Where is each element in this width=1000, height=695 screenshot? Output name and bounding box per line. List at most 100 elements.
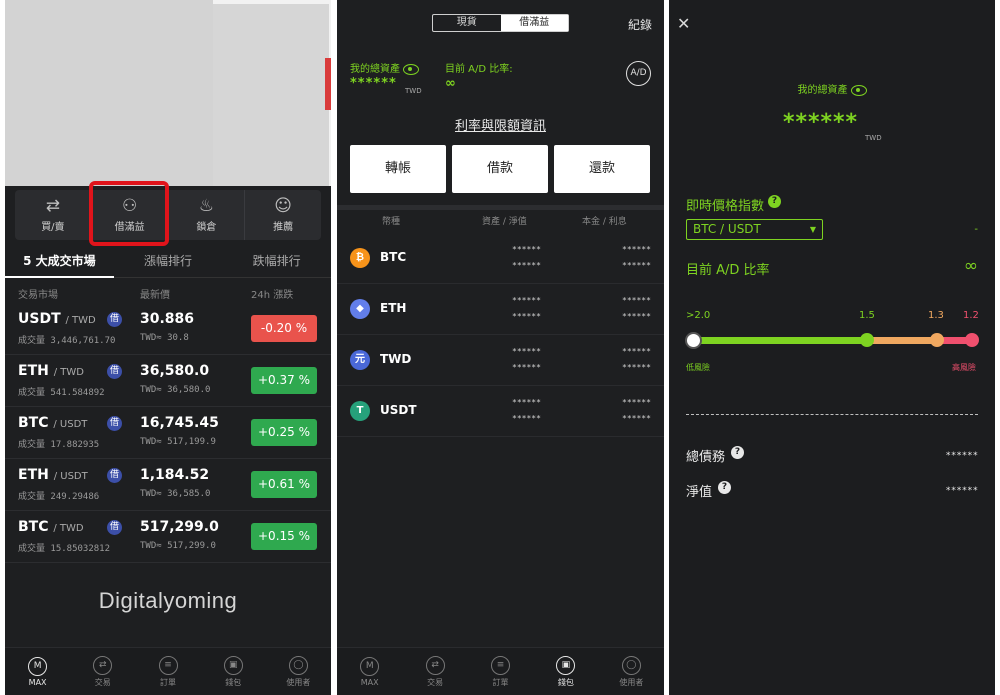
high-risk-label: 高風險	[952, 363, 976, 372]
ad-ratio-label: 目前 A/D 比率	[686, 263, 770, 278]
change-badge[interactable]: +0.15 %	[251, 523, 317, 550]
market-price: 16,745.45	[140, 415, 219, 431]
change-badge[interactable]: +0.37 %	[251, 367, 317, 394]
eye-icon[interactable]	[850, 84, 867, 96]
market-row[interactable]: USDT / TWD 借成交量 3,446,761.70 30.886 TWD≈ 30…	[5, 303, 331, 355]
orders-icon: ≡	[158, 655, 178, 675]
quick-referral[interactable]: ☺ 推薦	[245, 190, 321, 240]
principal-value: ******	[622, 296, 651, 305]
market-price: 517,299.0	[140, 519, 219, 535]
total-assets-label: 我的總資產	[350, 60, 419, 75]
nav-wallet[interactable]: ▣ 錢包	[533, 648, 598, 695]
tab-margin[interactable]: 借滿益	[500, 15, 568, 31]
col-coin: 幣種	[382, 217, 401, 227]
market-tabs: 5 大成交市場 漲幅排行 跌幅排行	[5, 250, 331, 278]
pair-base: BTC	[18, 415, 49, 431]
nav-trade[interactable]: ⇄ 交易	[402, 648, 467, 695]
change-badge[interactable]: -0.20 %	[251, 315, 317, 342]
low-risk-label: 低風險	[686, 363, 710, 372]
nav-user[interactable]: ◯ 使用者	[599, 648, 664, 695]
coin-row[interactable]: ₿ BTC ****** ****** ****** ******	[337, 233, 664, 284]
coin-row[interactable]: 元 TWD ****** ****** ****** ******	[337, 335, 664, 386]
coin-row[interactable]: ◆ ETH ****** ****** ****** ******	[337, 284, 664, 335]
principal-value: ******	[622, 398, 651, 407]
nav-label: 訂單	[492, 677, 509, 687]
banner-edge	[325, 58, 331, 110]
nav-max-logo[interactable]: M MAX	[5, 648, 70, 695]
pair-base: ETH	[18, 363, 49, 379]
close-icon[interactable]: ✕	[677, 14, 690, 33]
nav-trade[interactable]: ⇄ 交易	[70, 648, 135, 695]
market-pair: BTC / TWD	[18, 519, 84, 535]
repay-button[interactable]: 還款	[554, 145, 650, 193]
nav-label: MAX	[28, 677, 47, 687]
market-row[interactable]: ETH / TWD 借成交量 541.584892 36,580.0 TWD≈ 36,…	[5, 355, 331, 407]
eye-icon[interactable]	[403, 63, 419, 75]
borrow-button[interactable]: 借款	[452, 145, 548, 193]
nav-label: 訂單	[160, 677, 176, 687]
ad-ratio-detail-screen: ✕ 我的總資產 ****** TWD 即時價格指數? BTC / USDT ▼ …	[669, 0, 995, 695]
ad-button[interactable]: A/D	[626, 61, 651, 86]
market-twd-price: TWD≈ 30.8	[140, 333, 189, 343]
nav-max-logo[interactable]: M MAX	[337, 648, 402, 695]
buy-sell-icon: ⇄	[45, 196, 60, 216]
btc-coin-icon: ₿	[350, 248, 370, 268]
asset-value: ******	[512, 347, 541, 356]
coin-row[interactable]: T USDT ****** ****** ****** ******	[337, 386, 664, 437]
market-volume: 成交量 249.29486	[18, 492, 100, 502]
market-row[interactable]: BTC / TWD 借成交量 15.85032812 517,299.0 TWD≈ 5…	[5, 511, 331, 563]
pair-select-value: BTC / USDT	[693, 222, 761, 236]
change-badge[interactable]: +0.25 %	[251, 419, 317, 446]
coin-name: BTC	[380, 250, 407, 264]
twd-coin-icon: 元	[350, 350, 370, 370]
transfer-button[interactable]: 轉帳	[350, 145, 446, 193]
change-badge[interactable]: +0.61 %	[251, 471, 317, 498]
tab-losers[interactable]: 跌幅排行	[222, 250, 331, 277]
tick-label: 1.3	[928, 310, 944, 321]
market-price: 30.886	[140, 311, 195, 327]
col-principal: 本金 / 利息	[582, 217, 627, 227]
record-link[interactable]: 紀錄	[628, 16, 652, 33]
net-value: ******	[512, 414, 541, 423]
borrow-badge: 借	[107, 364, 122, 379]
market-pair: USDT / TWD	[18, 311, 96, 327]
price-index-value: -	[974, 224, 978, 235]
pair-quote: / TWD	[53, 367, 84, 378]
quick-lock[interactable]: ♨ 鎖倉	[169, 190, 246, 240]
help-icon[interactable]: ?	[718, 481, 732, 494]
market-row[interactable]: ETH / USDT 借成交量 249.29486 1,184.52 TWD≈ 36,…	[5, 459, 331, 511]
pair-quote: / USDT	[53, 471, 88, 482]
col-change: 24h 漲跌	[251, 290, 294, 301]
net-value-label: 淨值?	[686, 481, 732, 500]
dashed-divider	[686, 414, 978, 415]
net-value-value: ******	[945, 486, 978, 496]
interest-value: ******	[622, 312, 651, 321]
wallet-icon: ▣	[223, 655, 243, 675]
interest-value: ******	[622, 414, 651, 423]
market-twd-price: TWD≈ 517,299.0	[140, 541, 216, 551]
market-price: 36,580.0	[140, 363, 210, 379]
quick-label: 推薦	[273, 222, 294, 233]
help-icon[interactable]: ?	[768, 195, 782, 208]
watermark: Digitalyoming	[98, 588, 238, 613]
nav-user[interactable]: ◯ 使用者	[266, 648, 331, 695]
pair-base: USDT	[18, 311, 61, 327]
nav-wallet[interactable]: ▣ 錢包	[201, 648, 266, 695]
tab-top-5[interactable]: 5 大成交市場	[5, 250, 114, 278]
pair-select[interactable]: BTC / USDT ▼	[686, 219, 823, 240]
tab-spot[interactable]: 現貨	[433, 15, 501, 31]
col-market: 交易市場	[18, 290, 58, 301]
market-row[interactable]: BTC / USDT 借成交量 17.882935 16,745.45 TWD≈ 51…	[5, 407, 331, 459]
tick-label: 1.2	[963, 310, 979, 321]
max-logo-icon: M	[360, 656, 380, 676]
nav-orders[interactable]: ≡ 訂單	[135, 648, 200, 695]
help-icon[interactable]: ?	[731, 446, 745, 459]
market-screen: ⇄ 買/賣 ⚇ 借滿益 ♨ 鎖倉 ☺ 推薦 5 大成交市場 漲幅排行 跌幅排行 …	[5, 0, 331, 695]
total-debt-label: 總債務?	[686, 446, 745, 465]
slider-handle[interactable]	[685, 332, 702, 349]
tab-gainers[interactable]: 漲幅排行	[114, 250, 223, 277]
quick-buy-sell[interactable]: ⇄ 買/賣	[15, 190, 92, 240]
rate-limit-link[interactable]: 利率與限額資訊	[337, 115, 664, 134]
nav-orders[interactable]: ≡ 訂單	[468, 648, 533, 695]
total-debt-text: 總債務	[686, 450, 726, 465]
